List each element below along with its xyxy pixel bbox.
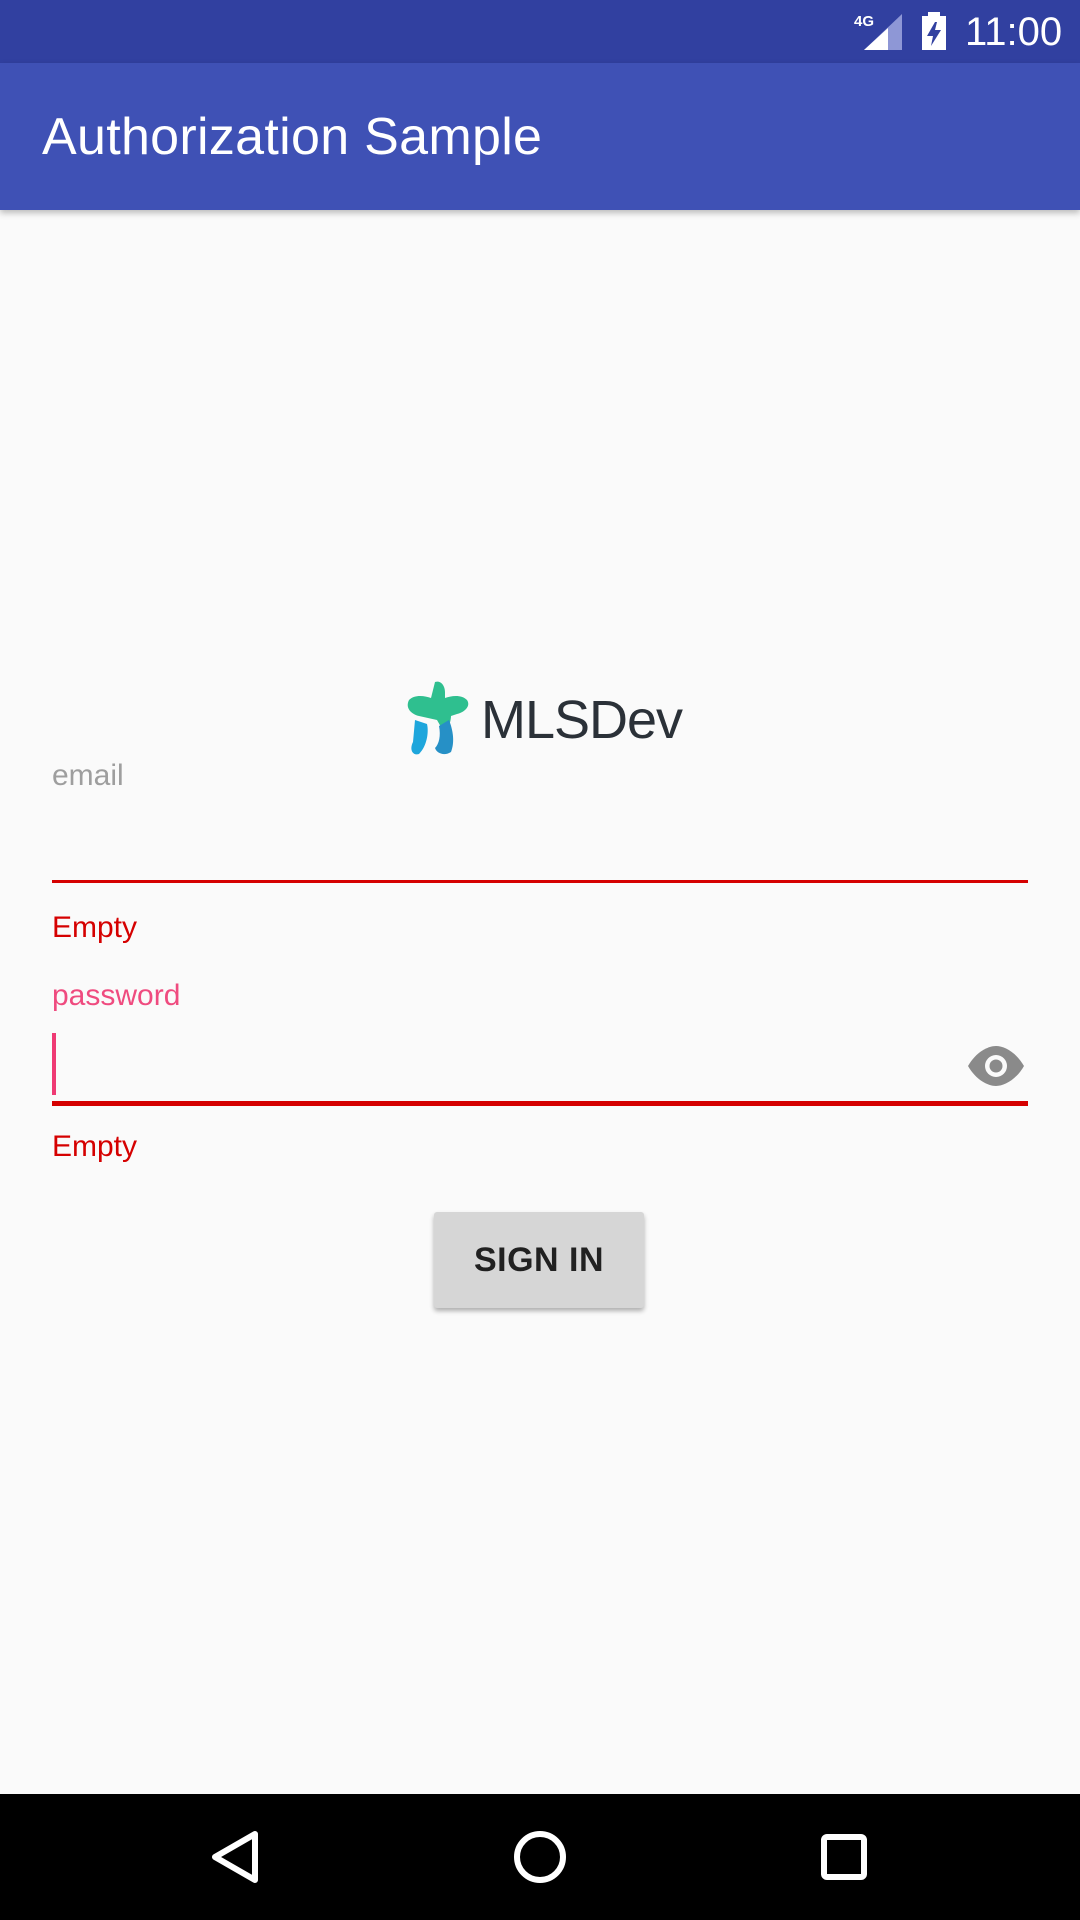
navigation-bar [0, 1794, 1080, 1920]
email-error-text: Empty [52, 911, 138, 944]
app-title: Authorization Sample [42, 108, 543, 166]
clock: 11:00 [965, 10, 1063, 54]
logo-wordmark: MLSDev [481, 690, 683, 750]
battery-icon [922, 12, 946, 50]
recents-icon[interactable] [809, 1822, 879, 1892]
home-icon[interactable] [505, 1822, 575, 1892]
email-field[interactable]: email [52, 758, 1028, 883]
eye-icon[interactable] [966, 1046, 1026, 1086]
password-error-text: Empty [52, 1130, 138, 1163]
signal-4g-icon: 4G [854, 13, 902, 50]
app-bar: Authorization Sample [0, 63, 1080, 210]
email-label: email [52, 759, 124, 792]
screen: 4G 11:00 Authorization Sample MLSDev ema… [0, 0, 1080, 1920]
password-underline [52, 1101, 1028, 1106]
network-type-label: 4G [854, 13, 874, 30]
sign-in-button[interactable]: SIGN IN [434, 1212, 644, 1308]
status-bar: 4G 11:00 [0, 0, 1080, 63]
back-icon[interactable] [201, 1822, 271, 1892]
text-cursor [52, 1033, 56, 1095]
mlsdev-logo-mark-icon [407, 681, 469, 755]
email-underline [52, 880, 1028, 883]
password-field[interactable]: password [52, 978, 1028, 1106]
password-label: password [52, 979, 181, 1012]
mlsdev-logo: MLSDev [405, 680, 683, 760]
